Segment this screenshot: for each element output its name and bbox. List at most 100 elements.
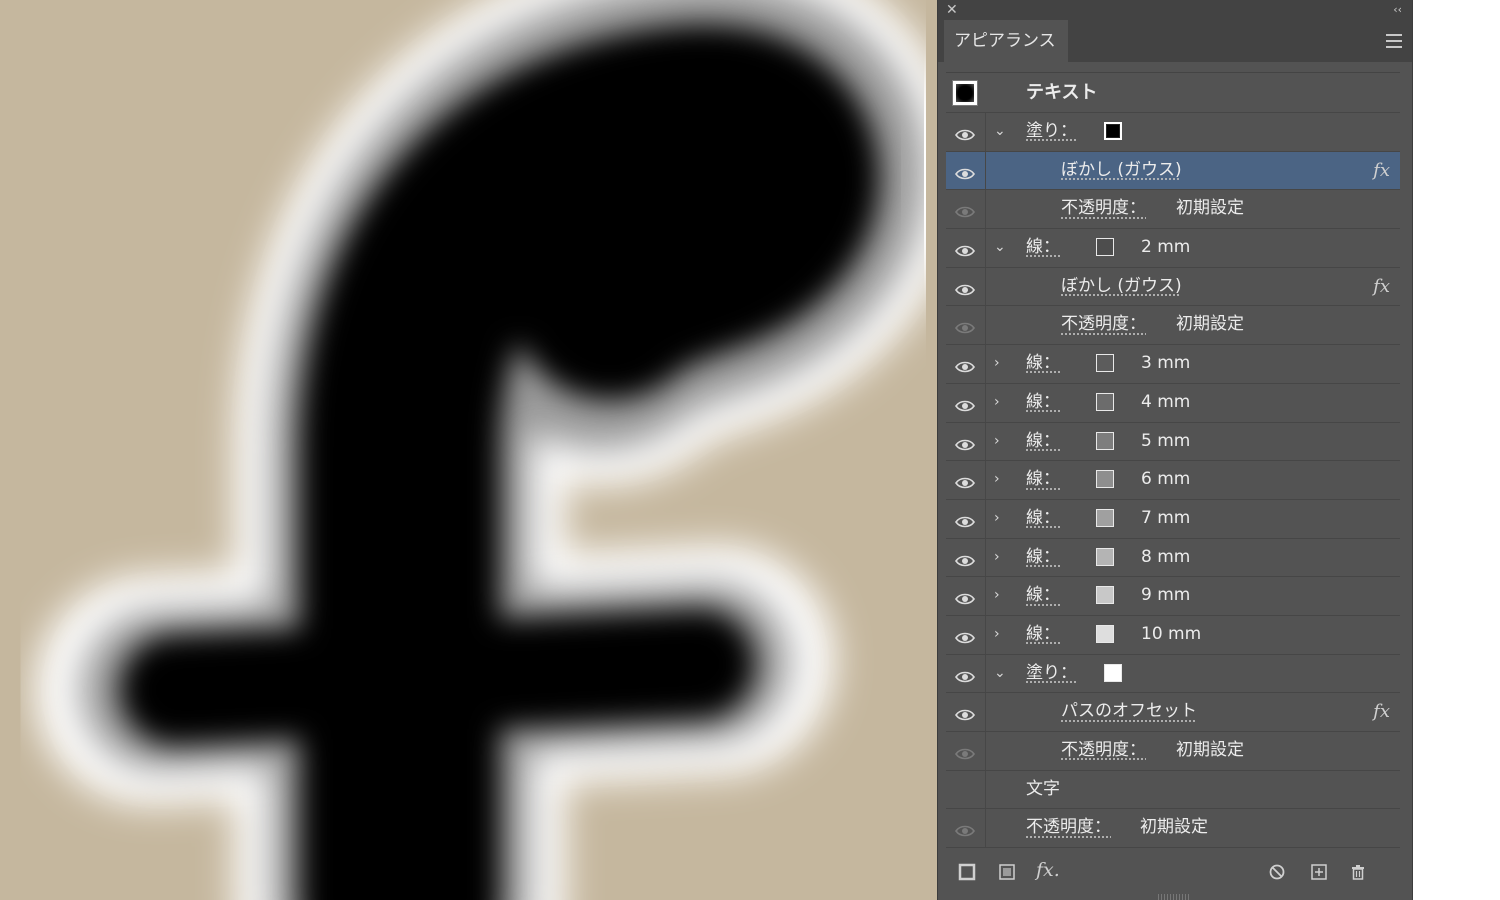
attribute-label[interactable]: 不透明度： (1061, 190, 1146, 227)
eye-icon[interactable] (955, 165, 975, 185)
attribute-value[interactable]: 3 mm (1141, 345, 1190, 382)
color-swatch[interactable] (1096, 431, 1114, 450)
appearance-row-title[interactable]: テキスト (946, 73, 1400, 113)
color-swatch[interactable] (1096, 238, 1114, 257)
color-swatch[interactable] (1104, 122, 1122, 140)
visibility-cell[interactable] (946, 577, 986, 615)
attribute-value[interactable]: 5 mm (1141, 423, 1190, 460)
appearance-row-effect[interactable]: ぼかし (ガウス) fx (946, 151, 1400, 191)
attribute-value[interactable]: 7 mm (1141, 500, 1190, 537)
attribute-value[interactable]: 9 mm (1141, 577, 1190, 614)
attribute-label[interactable]: 線： (1026, 500, 1060, 537)
attribute-label[interactable]: 線： (1026, 423, 1060, 460)
eye-icon[interactable] (955, 397, 975, 417)
visibility-cell[interactable] (946, 422, 986, 461)
visibility-cell[interactable] (946, 654, 986, 693)
attribute-label[interactable]: ぼかし (ガウス) (1061, 268, 1182, 305)
attribute-value[interactable]: 初期設定 (1176, 190, 1244, 227)
visibility-cell[interactable] (946, 461, 986, 499)
attribute-label[interactable]: ぼかし (ガウス) (1061, 152, 1182, 189)
appearance-row-effect[interactable]: パスのオフセット fx (946, 693, 1400, 732)
attribute-value[interactable]: 8 mm (1141, 539, 1190, 576)
visibility-cell[interactable] (946, 693, 986, 731)
visibility-cell[interactable] (946, 190, 986, 229)
effect-fx-icon[interactable]: fx (1373, 152, 1390, 189)
chevron-right-icon[interactable]: › (994, 539, 1000, 576)
eye-icon[interactable] (955, 513, 975, 533)
eye-icon[interactable] (955, 242, 975, 262)
eye-icon[interactable] (955, 126, 975, 146)
color-swatch[interactable] (1096, 470, 1114, 489)
attribute-label[interactable]: 線： (1026, 616, 1060, 653)
color-swatch[interactable] (1096, 624, 1114, 643)
visibility-cell[interactable] (946, 732, 986, 770)
appearance-row-stroke[interactable]: › 線： 9 mm (946, 577, 1400, 616)
attribute-label[interactable]: 線： (1026, 461, 1060, 498)
appearance-row-fill[interactable]: ⌄ 塗り： (946, 113, 1400, 152)
clear-appearance-icon[interactable] (1268, 863, 1286, 885)
close-icon[interactable]: ✕ (946, 0, 958, 20)
attribute-label[interactable]: 線： (1026, 577, 1060, 614)
eye-icon[interactable] (955, 668, 975, 688)
appearance-row-stroke[interactable]: › 線： 6 mm (946, 461, 1400, 500)
appearance-row-opacity[interactable]: 不透明度： 初期設定 (946, 306, 1400, 346)
appearance-row-stroke[interactable]: › 線： 7 mm (946, 499, 1400, 539)
color-swatch[interactable] (1096, 508, 1114, 527)
attribute-label[interactable]: 線： (1026, 384, 1060, 421)
attribute-value[interactable]: 2 mm (1141, 229, 1190, 266)
attribute-label[interactable]: 塗り： (1026, 655, 1077, 692)
appearance-row-opacity[interactable]: 不透明度： 初期設定 (946, 732, 1400, 771)
eye-icon[interactable] (955, 319, 975, 339)
visibility-cell[interactable] (946, 345, 986, 383)
attribute-label[interactable]: 線： (1026, 345, 1060, 382)
color-swatch[interactable] (1096, 354, 1114, 373)
attribute-label[interactable]: 不透明度： (1061, 732, 1146, 769)
attribute-label[interactable]: 不透明度： (1026, 809, 1111, 846)
attribute-value[interactable]: 初期設定 (1176, 732, 1244, 769)
color-swatch[interactable] (1104, 663, 1122, 682)
artboard[interactable] (0, 0, 940, 900)
eye-icon[interactable] (955, 552, 975, 572)
color-swatch[interactable] (1096, 392, 1114, 411)
eye-icon[interactable] (955, 203, 975, 223)
chevron-down-icon[interactable]: ⌄ (994, 229, 1006, 266)
duplicate-item-icon[interactable] (1310, 863, 1328, 885)
attribute-label[interactable]: 線： (1026, 539, 1060, 576)
tab-appearance[interactable]: アピアランス (944, 20, 1068, 62)
visibility-cell[interactable] (946, 383, 986, 422)
color-swatch[interactable] (1096, 547, 1114, 566)
visibility-cell[interactable] (946, 499, 986, 538)
chevron-down-icon[interactable]: ⌄ (994, 113, 1006, 150)
appearance-row-stroke[interactable]: › 線： 10 mm (946, 615, 1400, 655)
eye-icon[interactable] (955, 358, 975, 378)
attribute-value[interactable]: 初期設定 (1140, 809, 1208, 846)
appearance-row-plain[interactable]: 文字 (946, 770, 1400, 810)
appearance-row-effect[interactable]: ぼかし (ガウス) fx (946, 267, 1400, 307)
chevron-right-icon[interactable]: › (994, 577, 1000, 614)
new-fill-icon[interactable] (998, 863, 1016, 885)
eye-icon[interactable] (955, 629, 975, 649)
attribute-label[interactable]: 不透明度： (1061, 306, 1146, 343)
visibility-cell[interactable] (946, 267, 986, 306)
eye-icon[interactable] (955, 706, 975, 726)
chevron-down-icon[interactable]: ⌄ (994, 655, 1006, 692)
attribute-label[interactable]: パスのオフセット (1061, 693, 1197, 730)
attribute-label[interactable]: 線： (1026, 229, 1060, 266)
eye-icon[interactable] (955, 474, 975, 494)
visibility-cell[interactable] (946, 151, 986, 190)
delete-item-icon[interactable] (1349, 863, 1367, 885)
visibility-cell[interactable] (946, 809, 986, 848)
appearance-row-stroke[interactable]: › 線： 8 mm (946, 538, 1400, 578)
appearance-row-opacity-top[interactable]: 不透明度： 初期設定 (946, 809, 1400, 849)
visibility-cell[interactable] (946, 113, 986, 151)
eye-icon[interactable] (955, 745, 975, 765)
chevron-right-icon[interactable]: › (994, 461, 1000, 498)
eye-icon[interactable] (955, 281, 975, 301)
chevron-right-icon[interactable]: › (994, 384, 1000, 421)
visibility-cell[interactable] (946, 229, 986, 267)
resize-grip[interactable] (1158, 894, 1190, 900)
appearance-row-stroke[interactable]: › 線： 5 mm (946, 422, 1400, 462)
visibility-cell[interactable] (946, 770, 986, 809)
attribute-value[interactable]: 初期設定 (1176, 306, 1244, 343)
add-effect-icon[interactable]: fx. (1036, 859, 1060, 881)
